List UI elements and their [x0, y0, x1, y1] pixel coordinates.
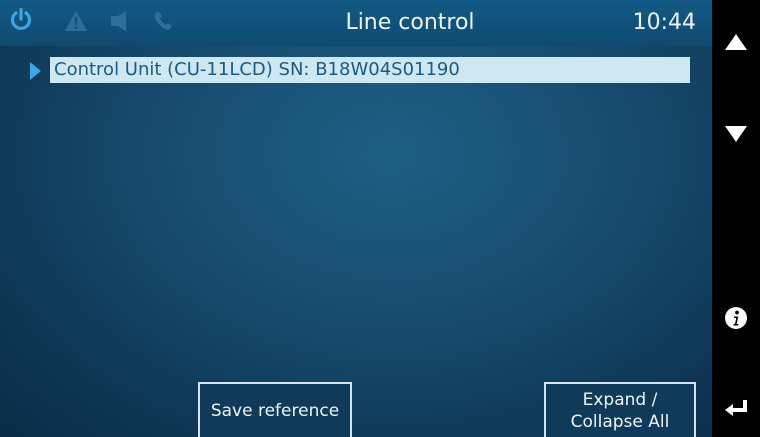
- scroll-down-icon[interactable]: [712, 126, 760, 142]
- speaker-icon: [108, 10, 130, 36]
- expand-collapse-label: Expand / Collapse All: [571, 389, 670, 433]
- info-icon[interactable]: [712, 306, 760, 330]
- side-nav: [712, 0, 760, 437]
- power-icon[interactable]: [10, 7, 32, 36]
- save-reference-label: Save reference: [210, 400, 340, 421]
- expand-label-line2: Collapse All: [570, 411, 670, 432]
- expand-label-line1: Expand /: [582, 389, 658, 410]
- page-title: Line control: [345, 10, 475, 35]
- save-reference-button[interactable]: Save reference: [198, 382, 352, 437]
- tree-item-control-unit[interactable]: Control Unit (CU-11LCD) SN: B18W04S01190: [28, 56, 692, 84]
- tree-item-label[interactable]: Control Unit (CU-11LCD) SN: B18W04S01190: [50, 57, 690, 83]
- back-icon[interactable]: [712, 396, 760, 416]
- expand-arrow-icon[interactable]: [30, 62, 41, 80]
- main-screen: Line control 10:44 Control Unit (CU-11LC…: [0, 0, 712, 437]
- warning-icon: [64, 10, 88, 36]
- clock: 10:44: [632, 10, 696, 35]
- expand-collapse-all-button[interactable]: Expand / Collapse All: [544, 382, 696, 437]
- status-bar: Line control 10:44: [0, 0, 712, 46]
- scroll-up-icon[interactable]: [712, 34, 760, 50]
- phone-icon: [152, 10, 174, 36]
